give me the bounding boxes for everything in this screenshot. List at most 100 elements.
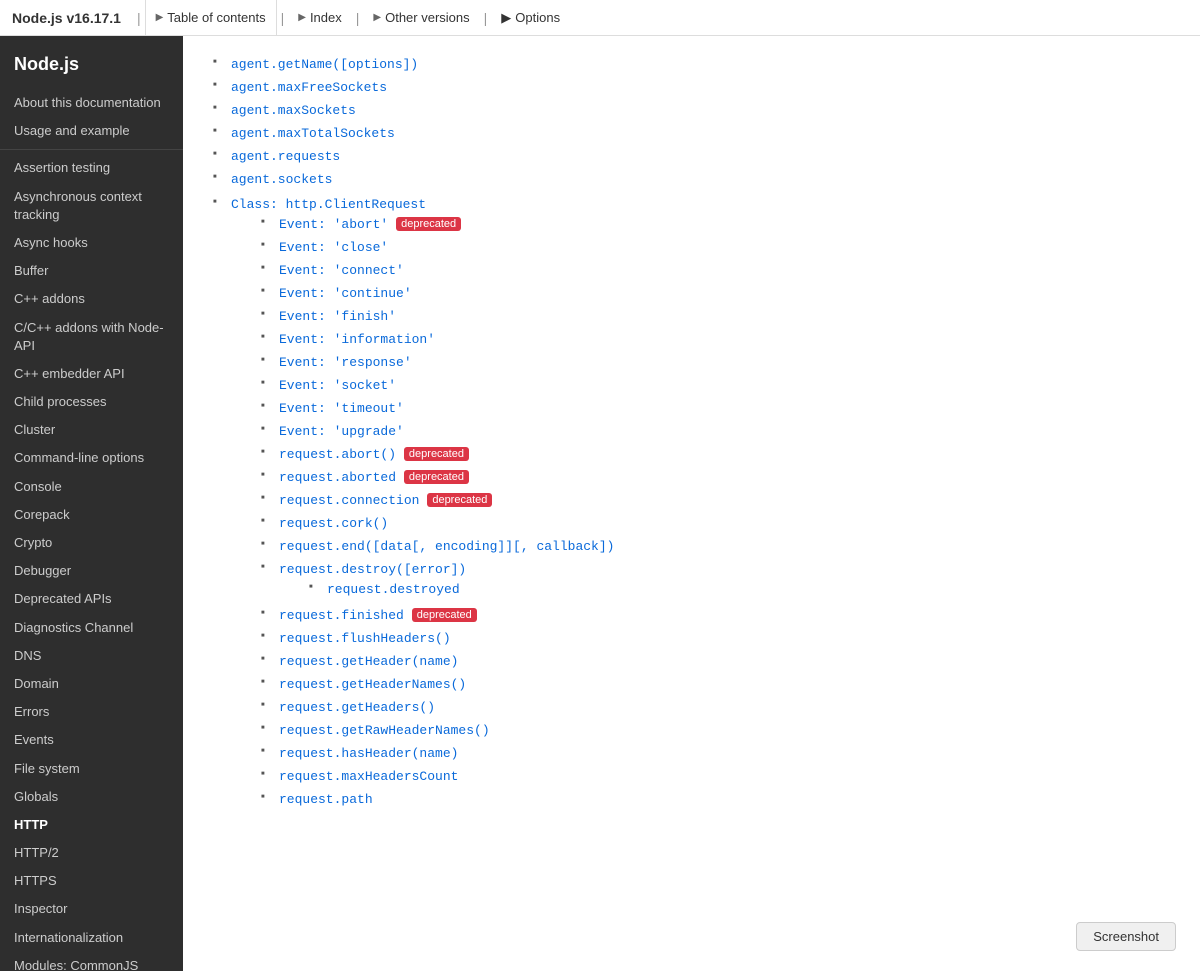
list-item: Event: 'timeout' — [255, 396, 1176, 419]
sidebar-item-http[interactable]: HTTP — [0, 811, 183, 839]
sidebar-item-child-processes[interactable]: Child processes — [0, 388, 183, 416]
list-item: agent.requests — [207, 144, 1176, 167]
topbar-toc[interactable]: ▶ Table of contents — [145, 0, 277, 35]
class-heading-link[interactable]: Class: http.ClientRequest — [231, 197, 426, 212]
topbar-options[interactable]: ▶ Options — [491, 10, 570, 26]
sidebar-item-async-hooks[interactable]: Async hooks — [0, 229, 183, 257]
other-versions-label: Other versions — [385, 10, 470, 25]
event-response-link[interactable]: Event: 'response' — [279, 355, 412, 370]
list-item: request.destroy([error]) request.destroy… — [255, 557, 1176, 603]
request-destroy-link[interactable]: request.destroy([error]) — [279, 562, 466, 577]
event-abort-link[interactable]: Event: 'abort' — [279, 217, 388, 232]
list-item: request.getHeader(name) — [255, 649, 1176, 672]
list-item: request.abort() deprecated — [255, 442, 1176, 465]
list-item: request.maxHeadersCount — [255, 764, 1176, 787]
event-close-link[interactable]: Event: 'close' — [279, 240, 388, 255]
sidebar-item-modules-commonjs[interactable]: Modules: CommonJS — [0, 952, 183, 971]
agent-requests-link[interactable]: agent.requests — [231, 149, 340, 164]
sidebar-item-async-context[interactable]: Asynchronous context tracking — [0, 183, 183, 229]
sidebar-item-intl[interactable]: Internationalization — [0, 924, 183, 952]
agent-getname-link[interactable]: agent.getName([options]) — [231, 57, 418, 72]
sidebar-item-cpp-embedder[interactable]: C++ embedder API — [0, 360, 183, 388]
sidebar-item-https[interactable]: HTTPS — [0, 867, 183, 895]
list-item: request.hasHeader(name) — [255, 741, 1176, 764]
agent-items-list: agent.getName([options]) agent.maxFreeSo… — [207, 52, 1176, 190]
topbar-separator: | — [137, 10, 141, 26]
sidebar-item-usage[interactable]: Usage and example — [0, 117, 183, 145]
sidebar-item-globals[interactable]: Globals — [0, 783, 183, 811]
sidebar-item-dns[interactable]: DNS — [0, 642, 183, 670]
deprecated-badge: deprecated — [404, 447, 469, 461]
list-item: request.cork() — [255, 511, 1176, 534]
request-destroyed-link[interactable]: request.destroyed — [327, 582, 460, 597]
list-item: request.getHeaderNames() — [255, 672, 1176, 695]
list-item: agent.sockets — [207, 167, 1176, 190]
event-timeout-link[interactable]: Event: 'timeout' — [279, 401, 404, 416]
list-item: Event: 'finish' — [255, 304, 1176, 327]
agent-maxsockets-link[interactable]: agent.maxSockets — [231, 103, 356, 118]
request-getheaders-link[interactable]: request.getHeaders() — [279, 700, 435, 715]
screenshot-button[interactable]: Screenshot — [1076, 922, 1176, 951]
request-getrawheadernames-link[interactable]: request.getRawHeaderNames() — [279, 723, 490, 738]
client-request-list: Event: 'abort' deprecated Event: 'close'… — [231, 212, 1176, 810]
sidebar-logo[interactable]: Node.js — [0, 44, 183, 89]
list-item: Event: 'information' — [255, 327, 1176, 350]
request-getheader-link[interactable]: request.getHeader(name) — [279, 654, 458, 669]
sidebar-item-domain[interactable]: Domain — [0, 670, 183, 698]
sidebar-item-deprecated-apis[interactable]: Deprecated APIs — [0, 585, 183, 613]
agent-maxtotalsockets-link[interactable]: agent.maxTotalSockets — [231, 126, 395, 141]
sidebar-item-cppaddons[interactable]: C++ addons — [0, 285, 183, 313]
request-finished-link[interactable]: request.finished — [279, 608, 404, 623]
sidebar-item-cppaddons-napi[interactable]: C/C++ addons with Node-API — [0, 314, 183, 360]
event-information-link[interactable]: Event: 'information' — [279, 332, 435, 347]
sidebar-item-errors[interactable]: Errors — [0, 698, 183, 726]
list-item: agent.getName([options]) — [207, 52, 1176, 75]
request-cork-link[interactable]: request.cork() — [279, 516, 388, 531]
request-path-link[interactable]: request.path — [279, 792, 373, 807]
sidebar-item-inspector[interactable]: Inspector — [0, 895, 183, 923]
list-item: Class: http.ClientRequest Event: 'abort'… — [207, 192, 1176, 813]
sidebar-item-console[interactable]: Console — [0, 473, 183, 501]
index-label: Index — [310, 10, 342, 25]
destroy-sub-list: request.destroyed — [279, 577, 1176, 600]
list-item: Event: 'socket' — [255, 373, 1176, 396]
list-item: request.end([data[, encoding]][, callbac… — [255, 534, 1176, 557]
agent-sockets-link[interactable]: agent.sockets — [231, 172, 332, 187]
sidebar-item-cmdline[interactable]: Command-line options — [0, 444, 183, 472]
sidebar-item-crypto[interactable]: Crypto — [0, 529, 183, 557]
sidebar-item-assertion[interactable]: Assertion testing — [0, 154, 183, 182]
event-finish-link[interactable]: Event: 'finish' — [279, 309, 396, 324]
topbar-other-versions[interactable]: ▶ Other versions — [363, 0, 479, 35]
request-end-link[interactable]: request.end([data[, encoding]][, callbac… — [279, 539, 614, 554]
sidebar-item-events[interactable]: Events — [0, 726, 183, 754]
event-continue-link[interactable]: Event: 'continue' — [279, 286, 412, 301]
request-maxheaderscount-link[interactable]: request.maxHeadersCount — [279, 769, 458, 784]
event-socket-link[interactable]: Event: 'socket' — [279, 378, 396, 393]
event-connect-link[interactable]: Event: 'connect' — [279, 263, 404, 278]
topbar-index[interactable]: ▶ Index — [288, 0, 352, 35]
sidebar-item-about-docs[interactable]: About this documentation — [0, 89, 183, 117]
list-item: request.getHeaders() — [255, 695, 1176, 718]
sidebar-item-corepack[interactable]: Corepack — [0, 501, 183, 529]
sidebar-item-http2[interactable]: HTTP/2 — [0, 839, 183, 867]
list-item: request.flushHeaders() — [255, 626, 1176, 649]
sidebar-item-debugger[interactable]: Debugger — [0, 557, 183, 585]
request-abort-link[interactable]: request.abort() — [279, 447, 396, 462]
list-item: request.connection deprecated — [255, 488, 1176, 511]
list-item: request.aborted deprecated — [255, 465, 1176, 488]
request-aborted-link[interactable]: request.aborted — [279, 470, 396, 485]
request-connection-link[interactable]: request.connection — [279, 493, 419, 508]
sidebar-item-buffer[interactable]: Buffer — [0, 257, 183, 285]
list-item: Event: 'abort' deprecated — [255, 212, 1176, 235]
agent-maxfreesockets-link[interactable]: agent.maxFreeSockets — [231, 80, 387, 95]
sidebar: Node.js About this documentation Usage a… — [0, 36, 183, 971]
sidebar-item-diagnostics-channel[interactable]: Diagnostics Channel — [0, 614, 183, 642]
sidebar-item-cluster[interactable]: Cluster — [0, 416, 183, 444]
request-getheadernames-link[interactable]: request.getHeaderNames() — [279, 677, 466, 692]
sidebar-item-fs[interactable]: File system — [0, 755, 183, 783]
request-hasheader-link[interactable]: request.hasHeader(name) — [279, 746, 458, 761]
sep4: | — [484, 10, 488, 26]
sidebar-divider-1 — [0, 149, 183, 150]
event-upgrade-link[interactable]: Event: 'upgrade' — [279, 424, 404, 439]
request-flushheaders-link[interactable]: request.flushHeaders() — [279, 631, 451, 646]
